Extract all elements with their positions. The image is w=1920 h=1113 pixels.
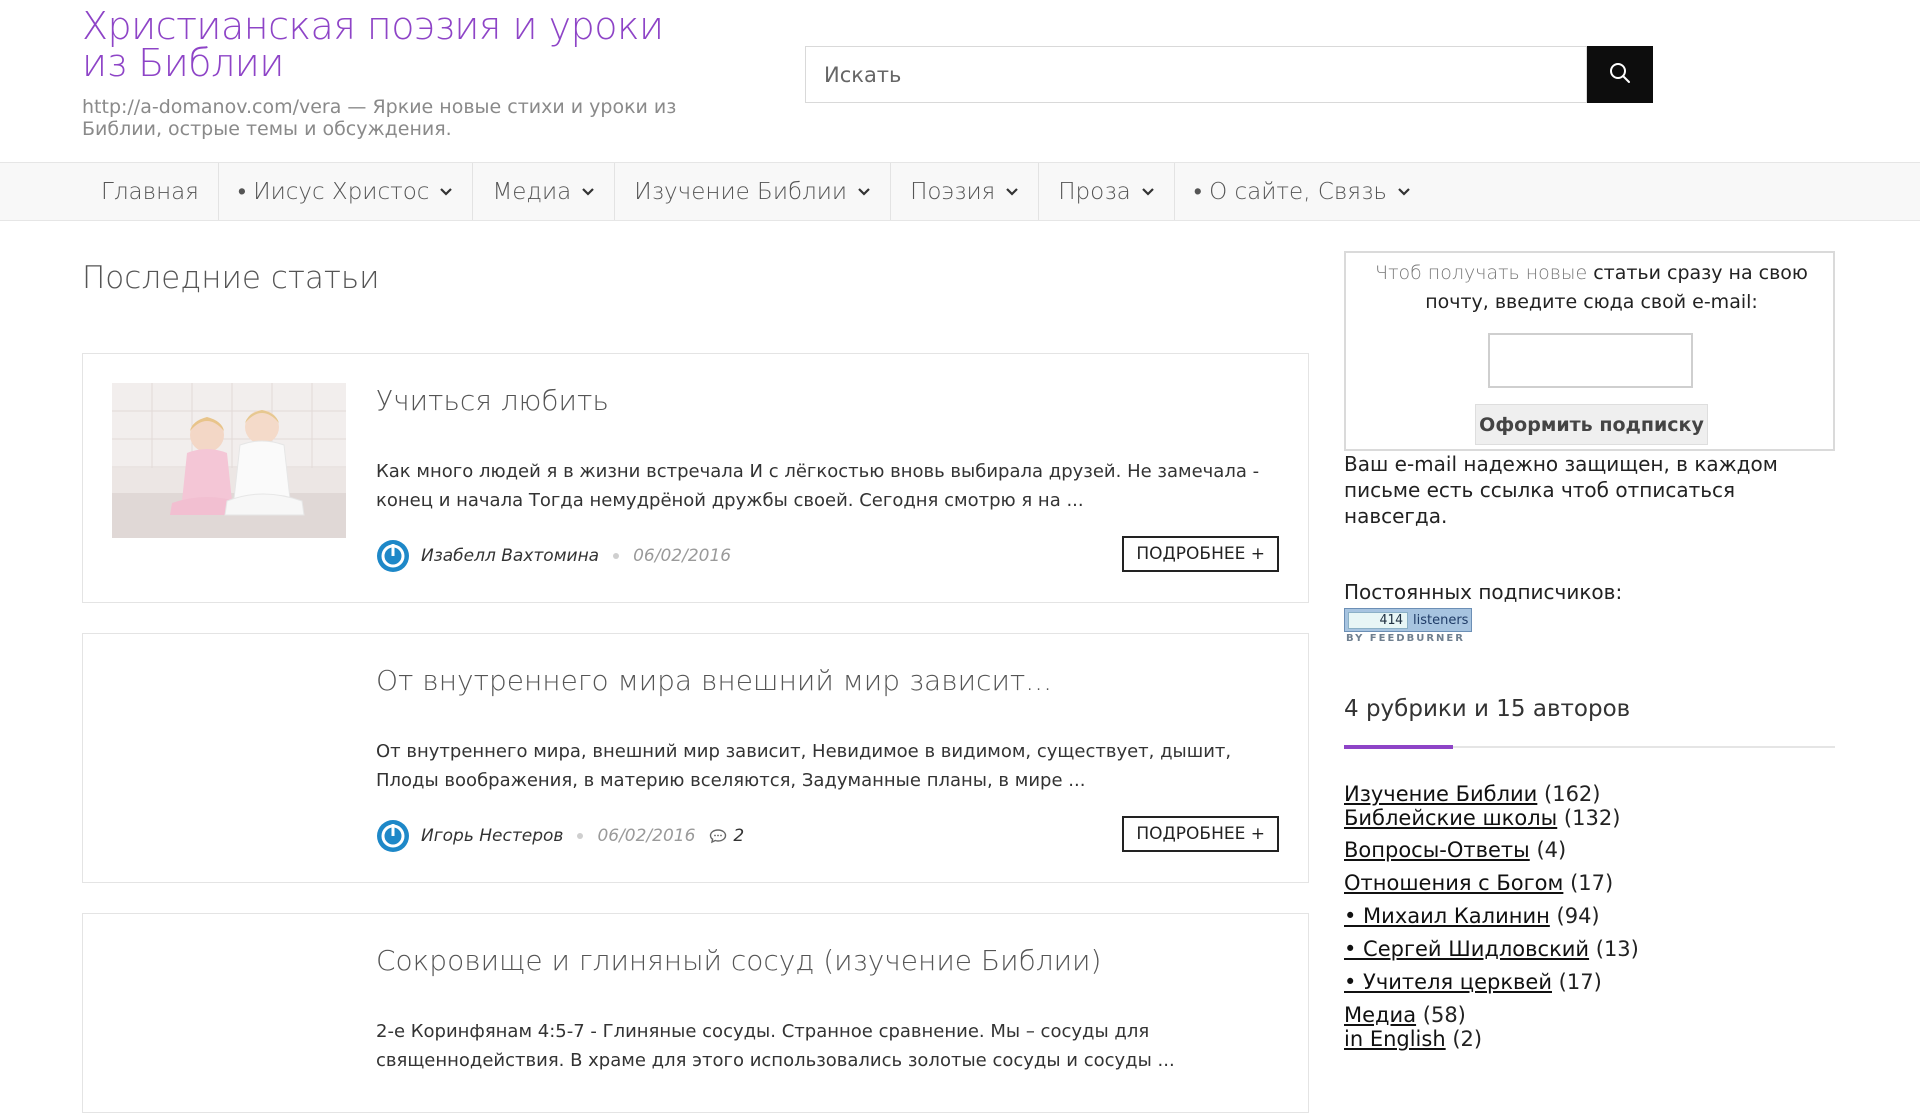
nav-item-label: Поэзия: [910, 178, 996, 205]
category-link[interactable]: • Михаил Калинин: [1344, 904, 1550, 928]
section-title: Последние статьи: [82, 260, 380, 296]
nav-item-about-contact[interactable]: • О сайте, Связь: [1175, 163, 1430, 220]
category-link[interactable]: Отношения с Богом: [1344, 871, 1563, 895]
nav-item-label: Главная: [101, 178, 199, 205]
search-form: [805, 46, 1653, 103]
subscriber-unit: listeners: [1413, 612, 1469, 628]
search-button[interactable]: [1587, 46, 1653, 103]
post-title[interactable]: От внутреннего мира внешний мир зависит.…: [376, 664, 1052, 697]
chevron-down-icon: [439, 187, 453, 197]
meta-separator: [577, 833, 584, 839]
post-thumbnail[interactable]: [112, 383, 346, 538]
category-count: (17): [1558, 970, 1602, 994]
nav-item-bible-study[interactable]: Изучение Библии: [615, 163, 892, 220]
category-count: (162): [1544, 782, 1601, 806]
site-title[interactable]: Христианская поэзия и уроки из Библии: [82, 7, 702, 82]
list-item: • Учителя церквей (17): [1344, 970, 1835, 994]
post-comment-count[interactable]: 2: [733, 826, 744, 846]
nav-item-label: Изучение Библии: [634, 178, 848, 205]
category-list: Изучение Библии (162) Библейские школы (…: [1344, 782, 1835, 1051]
category-link[interactable]: • Учителя церквей: [1344, 970, 1552, 994]
subscribe-widget: Чтоб получать новые статьи сразу на свою…: [1344, 251, 1835, 451]
meta-separator: [613, 553, 620, 559]
category-count: (4): [1536, 838, 1567, 862]
nav-item-label: Медиа: [492, 178, 572, 205]
category-link[interactable]: • Сергей Шидловский: [1344, 937, 1589, 961]
site-header: Христианская поэзия и уроки из Библии ht…: [0, 0, 1920, 162]
post-title[interactable]: Учиться любить: [376, 384, 609, 417]
list-item: • Сергей Шидловский (13): [1344, 937, 1835, 961]
chevron-down-icon: [1141, 187, 1155, 197]
nav-item-prose[interactable]: Проза: [1039, 163, 1175, 220]
post-title[interactable]: Сокровище и глиняный сосуд (изучение Биб…: [376, 944, 1101, 977]
post-excerpt: От внутреннего мира, внешний мир зависит…: [376, 741, 1232, 791]
search-icon: [1609, 62, 1631, 87]
category-link[interactable]: in English: [1344, 1027, 1446, 1051]
avatar[interactable]: [376, 819, 410, 853]
category-count: (13): [1595, 937, 1639, 961]
category-link[interactable]: Медиа: [1344, 1003, 1416, 1027]
chevron-down-icon: [1005, 187, 1019, 197]
subscribe-button[interactable]: Оформить подписку: [1475, 404, 1708, 445]
post-meta: Игорь Нестеров 06/02/2016 2: [376, 819, 744, 853]
subscribers-label: Постоянных подписчиков:: [1344, 580, 1623, 604]
list-item: Медиа (58): [1344, 1003, 1835, 1027]
subscribe-intro-light: Чтоб получать новые: [1375, 262, 1588, 284]
nav-item-jesus-christ[interactable]: • Иисус Христос: [219, 163, 474, 220]
category-link[interactable]: Вопросы-Ответы: [1344, 838, 1530, 862]
main-navigation: Главная • Иисус Христос Медиа Изучение Б…: [0, 162, 1920, 221]
read-more-button[interactable]: ПОДРОБНЕЕ +: [1122, 816, 1279, 852]
category-count: (58): [1422, 1003, 1466, 1027]
nav-item-label: • Иисус Христос: [237, 179, 430, 205]
post-card: Сокровище и глиняный сосуд (изучение Биб…: [82, 913, 1309, 1113]
post-card: От внутреннего мира внешний мир зависит.…: [82, 633, 1309, 883]
feedburner-counter: 414 listeners: [1344, 608, 1472, 632]
chevron-down-icon: [857, 187, 871, 197]
post-date[interactable]: 06/02/2016: [633, 546, 731, 566]
read-more-button[interactable]: ПОДРОБНЕЕ +: [1122, 536, 1279, 572]
categories-title: 4 рубрики и 15 авторов: [1344, 696, 1631, 722]
feedburner-credit: BY FEEDBURNER: [1346, 633, 1465, 644]
feedburner-badge[interactable]: 414 listeners BY FEEDBURNER: [1344, 608, 1472, 644]
subscribe-intro: Чтоб получать новые статьи сразу на свою…: [1360, 259, 1823, 317]
nav-item-label: • О сайте, Связь: [1193, 179, 1387, 205]
category-link[interactable]: Изучение Библии: [1344, 782, 1537, 806]
subscriber-count: 414: [1348, 611, 1408, 629]
list-item: in English (2): [1344, 1027, 1835, 1051]
category-count: (132): [1563, 806, 1621, 830]
chevron-down-icon: [1397, 187, 1411, 197]
post-meta: Изабелл Вахтомина 06/02/2016: [376, 539, 731, 573]
post-card: Учиться любить Как много людей я в жизни…: [82, 353, 1309, 603]
post-date[interactable]: 06/02/2016: [597, 826, 695, 846]
category-count: (94): [1556, 904, 1600, 928]
chevron-down-icon: [581, 187, 595, 197]
post-author[interactable]: Игорь Нестеров: [421, 826, 563, 846]
list-item: Отношения с Богом (17): [1344, 871, 1835, 895]
category-count: (17): [1570, 871, 1614, 895]
avatar[interactable]: [376, 539, 410, 573]
email-field[interactable]: [1488, 333, 1693, 388]
nav-item-label: Проза: [1058, 178, 1131, 205]
list-item: Библейские школы (132): [1344, 806, 1835, 830]
post-excerpt: 2-е Коринфянам 4:5-7 - Глиняные сосуды. …: [376, 1021, 1175, 1071]
list-item: • Михаил Калинин (94): [1344, 904, 1835, 928]
nav-item-home[interactable]: Главная: [82, 163, 219, 220]
divider-accent: [1344, 745, 1453, 749]
post-author[interactable]: Изабелл Вахтомина: [421, 546, 599, 566]
search-input[interactable]: [805, 46, 1587, 103]
nav-item-poetry[interactable]: Поэзия: [891, 163, 1040, 220]
comment-icon: [709, 828, 727, 844]
subscribe-note: Ваш e-mail надежно защищен, в каждом пис…: [1344, 452, 1778, 528]
nav-item-media[interactable]: Медиа: [473, 163, 616, 220]
post-excerpt: Как много людей я в жизни встречала И с …: [376, 461, 1260, 511]
list-item: Изучение Библии (162): [1344, 782, 1835, 806]
list-item: Вопросы-Ответы (4): [1344, 838, 1835, 862]
site-description: http://a-domanov.com/vera — Яркие новые …: [82, 96, 677, 140]
category-count: (2): [1452, 1027, 1483, 1051]
category-link[interactable]: Библейские школы: [1344, 806, 1557, 830]
